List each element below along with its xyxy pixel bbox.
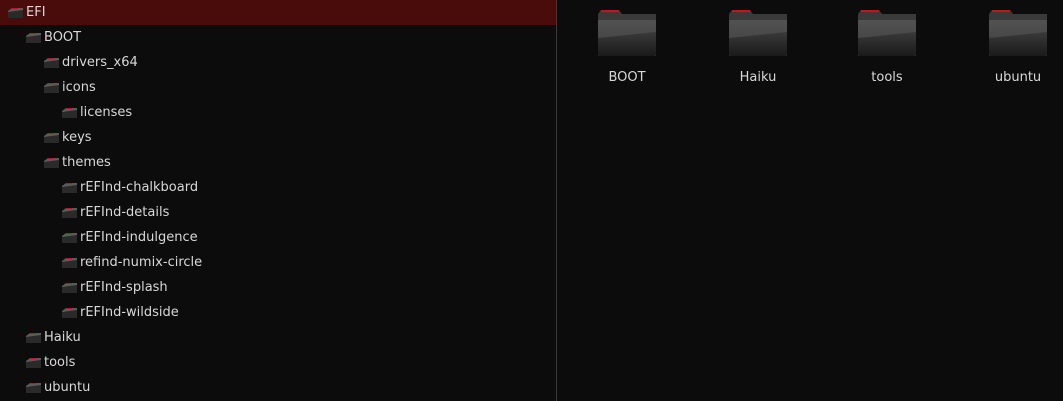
tree-item-refind-splash[interactable]: rEFInd-splash <box>0 275 556 300</box>
tree-item-licenses[interactable]: licenses <box>0 100 556 125</box>
folder-icon <box>597 8 657 58</box>
folder-icon <box>62 107 77 119</box>
grid-item-tools[interactable]: tools <box>837 8 937 90</box>
tree-item-label: tools <box>44 355 76 370</box>
grid-item-label: tools <box>871 70 903 85</box>
folder-icon <box>62 232 77 244</box>
tree-item-refind-indulgence[interactable]: rEFInd-indulgence <box>0 225 556 250</box>
tree-item-label: BOOT <box>44 30 82 45</box>
folder-icon <box>728 8 788 58</box>
folder-icon <box>8 7 23 19</box>
folder-icon <box>44 82 59 94</box>
file-manager-window: EFI BOOT drivers_x64 icons licenses keys… <box>0 0 1063 401</box>
tree-item-boot[interactable]: BOOT <box>0 25 556 50</box>
tree-item-efi[interactable]: EFI <box>0 0 556 25</box>
folder-icon <box>988 8 1048 58</box>
tree-item-icons[interactable]: icons <box>0 75 556 100</box>
tree-item-label: refind-numix-circle <box>80 255 203 270</box>
tree-item-refind-chalkboard[interactable]: rEFInd-chalkboard <box>0 175 556 200</box>
folder-icon <box>26 357 41 369</box>
folder-contents-pane[interactable]: BOOT Haiku tools ubuntu <box>557 0 1063 401</box>
folder-icon <box>44 157 59 169</box>
tree-item-haiku[interactable]: Haiku <box>0 325 556 350</box>
folder-tree-pane[interactable]: EFI BOOT drivers_x64 icons licenses keys… <box>0 0 557 401</box>
tree-item-label: rEFInd-wildside <box>80 305 179 320</box>
tree-item-refind-numix-circle[interactable]: refind-numix-circle <box>0 250 556 275</box>
tree-item-themes[interactable]: themes <box>0 150 556 175</box>
tree-item-refind-details[interactable]: rEFInd-details <box>0 200 556 225</box>
folder-icon <box>44 57 59 69</box>
folder-icon <box>62 282 77 294</box>
folder-icon <box>62 307 77 319</box>
tree-item-label: icons <box>62 80 96 95</box>
tree-item-drivers-x64[interactable]: drivers_x64 <box>0 50 556 75</box>
tree-item-label: rEFInd-details <box>80 205 170 220</box>
tree-item-ubuntu[interactable]: ubuntu <box>0 375 556 400</box>
folder-icon <box>857 8 917 58</box>
tree-item-refind-wildside[interactable]: rEFInd-wildside <box>0 300 556 325</box>
tree-item-keys[interactable]: keys <box>0 125 556 150</box>
tree-item-label: rEFInd-splash <box>80 280 168 295</box>
folder-icon <box>44 132 59 144</box>
tree-item-tools[interactable]: tools <box>0 350 556 375</box>
tree-item-label: themes <box>62 155 111 170</box>
folder-icon <box>62 182 77 194</box>
tree-item-label: EFI <box>26 5 46 20</box>
grid-item-haiku[interactable]: Haiku <box>708 8 808 90</box>
tree-item-label: Haiku <box>44 330 81 345</box>
tree-item-label: licenses <box>80 105 133 120</box>
grid-item-boot[interactable]: BOOT <box>577 8 677 90</box>
folder-icon <box>26 382 41 394</box>
grid-item-label: ubuntu <box>994 70 1042 85</box>
tree-item-label: ubuntu <box>44 380 91 395</box>
grid-item-ubuntu[interactable]: ubuntu <box>968 8 1063 90</box>
grid-item-label: Haiku <box>739 70 777 85</box>
grid-item-label: BOOT <box>608 70 646 85</box>
tree-item-label: drivers_x64 <box>62 55 138 70</box>
tree-item-label: rEFInd-chalkboard <box>80 180 199 195</box>
tree-item-label: keys <box>62 130 92 145</box>
folder-icon <box>62 257 77 269</box>
folder-icon <box>26 332 41 344</box>
folder-icon <box>26 32 41 44</box>
folder-icon <box>62 207 77 219</box>
tree-item-label: rEFInd-indulgence <box>80 230 198 245</box>
